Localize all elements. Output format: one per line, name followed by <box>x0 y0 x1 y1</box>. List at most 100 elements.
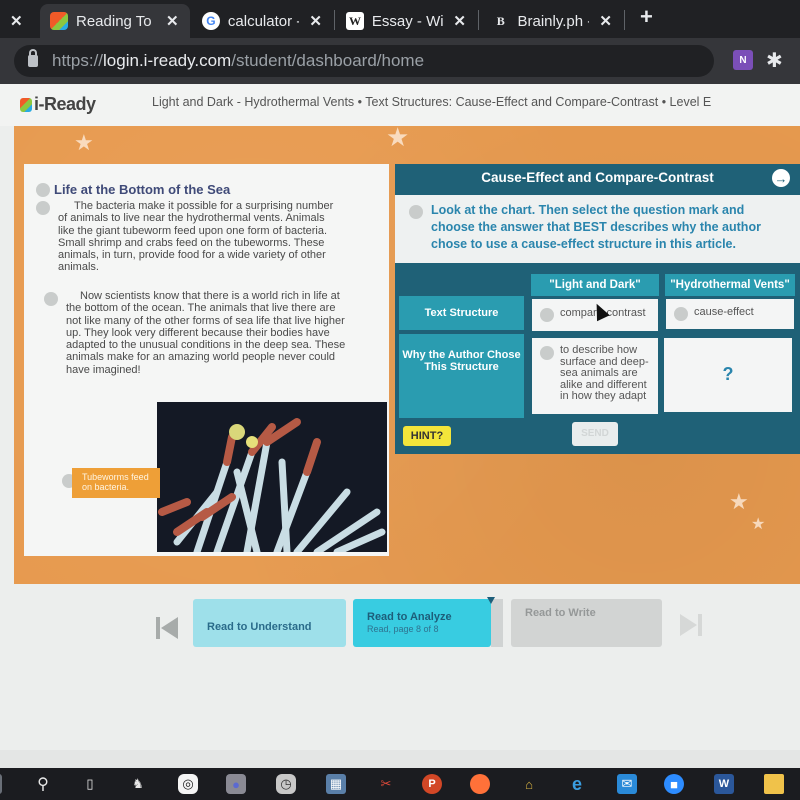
app-owl-icon[interactable]: ♞ <box>128 774 148 794</box>
mail-icon[interactable]: ✉ <box>617 774 637 794</box>
hint-button[interactable]: HINT? <box>403 426 451 446</box>
tab-calculator[interactable]: G calculator - ✕ <box>192 4 332 38</box>
speaker-icon[interactable] <box>44 292 58 306</box>
breadcrumb: Light and Dark - Hydrothermal Vents • Te… <box>152 95 712 109</box>
iready-cube-icon <box>20 97 32 112</box>
close-icon[interactable]: ✕ <box>453 12 466 30</box>
word-icon[interactable]: W <box>714 774 734 794</box>
chart-cell: cause-effect <box>666 299 794 329</box>
tab-essay[interactable]: W Essay - Wik ✕ <box>336 4 476 38</box>
tab-brainly[interactable]: B Brainly.ph - ✕ <box>482 4 622 38</box>
new-tab-button[interactable]: + <box>640 4 653 30</box>
row-header: Why the Author Chose This Structure <box>399 334 524 418</box>
taskbar: ⚲ ▯ ♞ ◎ ● ◷ ▦ ✂ P ⌂ e ✉ ■ W <box>0 768 800 800</box>
star-decoration-icon: ★ <box>751 516 766 533</box>
speaker-icon[interactable] <box>36 201 50 215</box>
paragraph: The bacteria make it possible for a surp… <box>58 200 343 274</box>
step-progress: Read, page 8 of 8 <box>367 624 439 634</box>
camera-icon[interactable]: ● <box>226 774 246 794</box>
send-button[interactable]: SEND <box>572 422 618 446</box>
tab-divider <box>478 10 479 30</box>
url-input[interactable]: https://login.i-ready.com/student/dashbo… <box>14 45 714 77</box>
next-arrow-button[interactable]: → <box>772 169 790 187</box>
brainly-icon: B <box>496 13 505 28</box>
previous-tab-close[interactable]: ✕ <box>0 4 33 38</box>
cell-text: cause-effect <box>694 306 754 318</box>
current-step-marker-icon <box>487 597 495 604</box>
paragraph-text: The bacteria make it possible for a surp… <box>58 200 334 274</box>
tab-divider <box>334 10 335 30</box>
zoom-icon[interactable]: ■ <box>664 774 684 794</box>
snipping-tool-icon[interactable]: ✂ <box>376 774 396 794</box>
tab-title: Reading To <box>76 12 152 30</box>
clock-icon[interactable]: ◷ <box>276 774 296 794</box>
search-icon[interactable]: ⚲ <box>33 774 53 794</box>
calculator-icon[interactable]: ▦ <box>326 774 346 794</box>
close-icon[interactable]: ✕ <box>599 12 612 30</box>
step-divider <box>491 599 503 647</box>
speaker-icon[interactable] <box>540 346 554 360</box>
row-header: Text Structure <box>399 296 524 330</box>
tab-reading[interactable]: Reading To ✕ <box>40 4 190 38</box>
google-icon: G <box>202 12 220 30</box>
column-header: "Hydrothermal Vents" <box>665 274 795 296</box>
wikipedia-icon: W <box>346 12 364 30</box>
edge-icon[interactable]: e <box>567 774 587 794</box>
prompt-text: Look at the chart. Then select the quest… <box>431 203 761 251</box>
tab-divider <box>624 10 625 30</box>
star-decoration-icon: ★ <box>729 489 749 514</box>
question-mark-button[interactable]: ? <box>664 364 792 385</box>
tab-title: calculator - <box>227 12 300 30</box>
speaker-icon[interactable] <box>36 183 50 197</box>
iready-cube-icon <box>50 12 68 30</box>
close-icon[interactable]: ✕ <box>10 12 23 30</box>
question-prompt: Look at the chart. Then select the quest… <box>395 195 800 263</box>
answer-cell[interactable]: ? <box>664 338 792 412</box>
speaker-icon[interactable] <box>409 205 423 219</box>
tubeworm-illustration <box>157 402 387 552</box>
passage-title: Life at the Bottom of the Sea <box>54 182 231 197</box>
paragraph-text: Now scientists know that there is a worl… <box>66 290 346 376</box>
photo-caption: Tubeworms feed on bacteria. <box>72 468 160 498</box>
star-decoration-icon: ★ <box>74 130 94 155</box>
file-explorer-icon[interactable] <box>764 774 784 794</box>
chart-cell: to describe how surface and deep-sea ani… <box>532 338 658 414</box>
logo-text: i-Ready <box>34 94 96 114</box>
speaker-icon[interactable] <box>674 307 688 321</box>
url-host: login.i-ready.com <box>103 51 232 70</box>
app-glasses-icon[interactable]: ◎ <box>178 774 198 794</box>
firefox-icon[interactable] <box>470 774 490 794</box>
step-label: Read to Analyze <box>367 611 452 623</box>
question-title: Cause-Effect and Compare-Contrast <box>481 170 714 185</box>
app-header: i-Ready Light and Dark - Hydrothermal Ve… <box>0 84 800 126</box>
step-read-to-write[interactable]: Read to Write <box>511 599 662 647</box>
cell-text: to describe how surface and deep-sea ani… <box>560 344 649 402</box>
security-icon[interactable]: ⌂ <box>519 774 539 794</box>
column-header: "Light and Dark" <box>531 274 659 296</box>
screen: ✕ Reading To ✕ G calculator - ✕ W Essay … <box>0 0 800 800</box>
star-decoration-icon: ★ <box>386 122 410 152</box>
step-label: Read to Understand <box>207 621 312 633</box>
powerpoint-icon[interactable]: P <box>422 774 442 794</box>
step-read-to-understand[interactable]: Read to Understand <box>193 599 346 647</box>
close-icon[interactable]: ✕ <box>309 12 322 30</box>
url-path: /student/dashboard/home <box>231 51 425 70</box>
tab-title: Essay - Wik <box>371 12 444 30</box>
close-icon[interactable]: ✕ <box>166 12 179 30</box>
task-view-icon[interactable]: ▯ <box>80 774 100 794</box>
step-read-to-analyze[interactable]: Read to Analyze Read, page 8 of 8 <box>353 599 491 647</box>
step-label: Read to Write <box>525 607 596 619</box>
puzzle-icon[interactable]: ✱ <box>766 48 783 73</box>
first-page-icon[interactable] <box>154 615 180 641</box>
address-bar: https://login.i-ready.com/student/dashbo… <box>0 38 800 84</box>
start-icon[interactable] <box>0 774 2 794</box>
screen-bezel <box>0 750 800 768</box>
iready-logo[interactable]: i-Ready <box>20 94 96 115</box>
last-page-icon[interactable] <box>678 612 704 638</box>
tab-title: Brainly.ph - <box>517 12 590 30</box>
page-content: i-Ready Light and Dark - Hydrothermal Ve… <box>0 84 800 750</box>
speaker-icon[interactable] <box>540 308 554 322</box>
onenote-icon[interactable]: N <box>733 50 753 70</box>
paragraph: Now scientists know that there is a worl… <box>66 290 351 376</box>
lock-icon[interactable] <box>28 49 38 67</box>
